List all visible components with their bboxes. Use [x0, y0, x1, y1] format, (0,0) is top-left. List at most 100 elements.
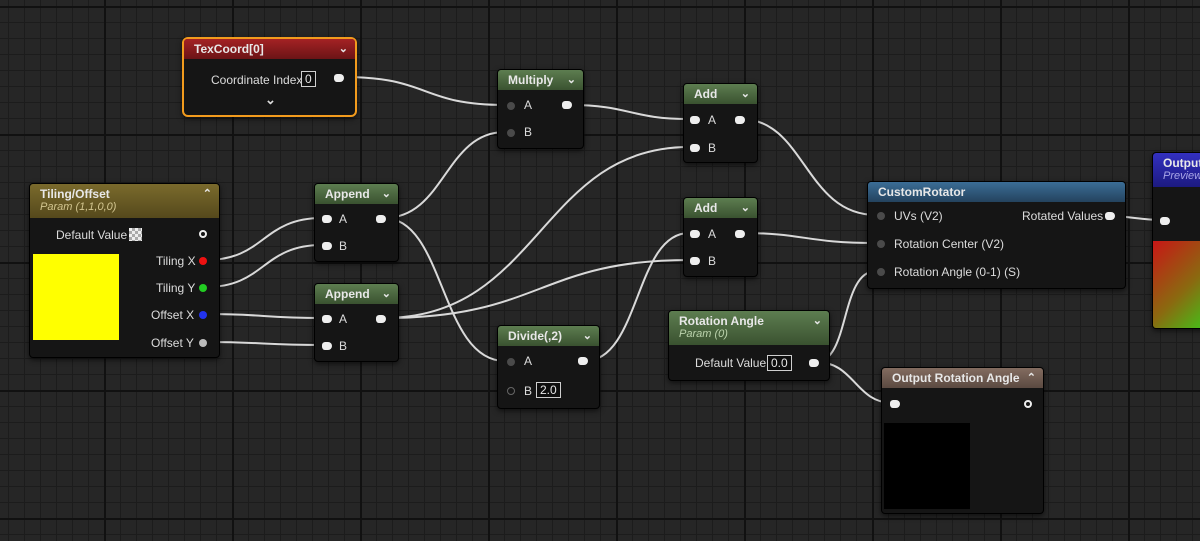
- node-subtitle: Preview: [1163, 170, 1200, 182]
- node-header[interactable]: TexCoord[0] ⌄: [184, 39, 355, 59]
- input-pin-a[interactable]: [690, 230, 700, 238]
- node-header[interactable]: Rotation Angle Param (0) ⌄: [669, 311, 829, 345]
- input-pin-a[interactable]: [507, 102, 515, 110]
- preview-swatch: [884, 423, 970, 509]
- wire-tilingx-append1a: [205, 217, 323, 261]
- divide-node[interactable]: Divide(,2) ⌄ A B 2.0: [497, 325, 600, 409]
- output-node[interactable]: Output Preview: [1152, 152, 1200, 329]
- input-pin-b[interactable]: [690, 257, 700, 265]
- wire-add1-custom: [740, 118, 877, 216]
- chevron-down-icon[interactable]: ⌄: [382, 284, 391, 304]
- output-pin[interactable]: [735, 230, 745, 238]
- output-pin[interactable]: [1105, 212, 1115, 220]
- node-title: TexCoord[0]: [194, 42, 264, 56]
- input-label-angle: Rotation Angle (0-1) (S): [894, 265, 1021, 279]
- wire-add2-custom: [740, 232, 877, 244]
- input-pin-b[interactable]: [690, 144, 700, 152]
- node-header[interactable]: Divide(,2) ⌄: [498, 326, 599, 346]
- node-header[interactable]: Output Preview: [1153, 153, 1200, 187]
- input-pin-a[interactable]: [507, 358, 515, 366]
- input-label-b: B: [339, 339, 348, 353]
- input-pin-uvs[interactable]: [877, 212, 885, 220]
- append-node-1[interactable]: Append ⌄ A B: [314, 183, 399, 262]
- input-label-b: B: [524, 125, 533, 139]
- append-node-2[interactable]: Append ⌄ A B: [314, 283, 399, 362]
- chevron-down-icon[interactable]: ⌄: [382, 184, 391, 204]
- output-pin[interactable]: [809, 359, 819, 367]
- graph-canvas[interactable]: TexCoord[0] ⌄ Coordinate Index 0 ⌄ Tilin…: [0, 0, 1200, 541]
- input-pin-a[interactable]: [322, 315, 332, 323]
- output-label-rotated: Rotated Values: [1022, 209, 1104, 223]
- multiply-node[interactable]: Multiply ⌄ A B: [497, 69, 584, 149]
- add-node-2[interactable]: Add ⌄ A B: [683, 197, 758, 277]
- texcoord-node[interactable]: TexCoord[0] ⌄ Coordinate Index 0 ⌄: [182, 37, 357, 117]
- node-title: Divide(,2): [508, 329, 563, 343]
- output-pin[interactable]: [735, 116, 745, 124]
- custom-rotator-node[interactable]: CustomRotator UVs (V2) Rotated Values Ro…: [867, 181, 1126, 289]
- checker-icon: [129, 228, 142, 241]
- color-swatch[interactable]: [33, 254, 119, 340]
- rotation-angle-node[interactable]: Rotation Angle Param (0) ⌄ Default Value…: [668, 310, 830, 381]
- chevron-down-icon[interactable]: ⌄: [741, 198, 750, 218]
- wire-append1-divide: [383, 217, 506, 362]
- output-rotation-angle-node[interactable]: Output Rotation Angle ⌃: [881, 367, 1044, 514]
- input-pin-a[interactable]: [322, 215, 332, 223]
- node-header[interactable]: Append ⌄: [315, 284, 398, 304]
- node-header[interactable]: Add ⌄: [684, 84, 757, 104]
- b-value-field[interactable]: 2.0: [536, 382, 561, 398]
- output-pin-offset-y[interactable]: [199, 339, 207, 347]
- add-node-1[interactable]: Add ⌄ A B: [683, 83, 758, 163]
- input-pin-angle[interactable]: [877, 268, 885, 276]
- chevron-down-icon[interactable]: ⌄: [583, 326, 592, 346]
- output-pin[interactable]: [376, 215, 386, 223]
- node-header[interactable]: Tiling/Offset Param (1,1,0,0) ⌃: [30, 184, 219, 218]
- default-value-field[interactable]: 0.0: [767, 355, 792, 371]
- chevron-up-icon[interactable]: ⌃: [1027, 368, 1036, 388]
- input-pin-b[interactable]: [507, 387, 515, 395]
- input-pin[interactable]: [1160, 217, 1170, 225]
- output-pin-tiling-y[interactable]: [199, 284, 207, 292]
- wire-tilingy-append1b: [205, 244, 323, 288]
- node-header[interactable]: Multiply ⌄: [498, 70, 583, 90]
- input-pin-b[interactable]: [507, 129, 515, 137]
- output-pin-tiling-x[interactable]: [199, 257, 207, 265]
- chevron-up-icon[interactable]: ⌃: [203, 184, 212, 204]
- node-header[interactable]: CustomRotator: [868, 182, 1125, 202]
- chevron-down-icon[interactable]: ⌄: [265, 93, 276, 107]
- input-label-a: A: [708, 227, 717, 241]
- input-pin[interactable]: [890, 400, 900, 408]
- output-pin[interactable]: [562, 101, 572, 109]
- node-header[interactable]: Add ⌄: [684, 198, 757, 218]
- default-value-label: Default Value: [56, 228, 128, 242]
- chevron-down-icon[interactable]: ⌄: [567, 70, 576, 90]
- input-label-a: A: [708, 113, 717, 127]
- node-title: Add: [694, 201, 718, 215]
- output-pin-offset-x[interactable]: [199, 311, 207, 319]
- node-header[interactable]: Output Rotation Angle ⌃: [882, 368, 1043, 388]
- output-label-offset-x: Offset X: [151, 308, 195, 322]
- input-pin-center[interactable]: [877, 240, 885, 248]
- preview-swatch: [1153, 241, 1200, 328]
- output-pin[interactable]: [578, 357, 588, 365]
- input-label-a: A: [339, 312, 348, 326]
- wire-texcoord-multiply: [343, 76, 506, 106]
- input-label-b: B: [708, 141, 717, 155]
- node-title: Output Rotation Angle: [892, 371, 1020, 385]
- tiling-offset-node[interactable]: Tiling/Offset Param (1,1,0,0) ⌃ Default …: [29, 183, 220, 358]
- default-value-pin[interactable]: [199, 230, 207, 238]
- output-pin[interactable]: [1024, 400, 1032, 408]
- chevron-down-icon[interactable]: ⌄: [741, 84, 750, 104]
- node-title: Append: [325, 187, 370, 201]
- chevron-down-icon[interactable]: ⌄: [339, 39, 348, 59]
- chevron-down-icon[interactable]: ⌄: [813, 311, 822, 331]
- node-title: CustomRotator: [878, 185, 966, 199]
- coord-index-field[interactable]: 0: [301, 71, 316, 87]
- input-pin-a[interactable]: [690, 116, 700, 124]
- input-pin-b[interactable]: [322, 342, 332, 350]
- input-pin-b[interactable]: [322, 242, 332, 250]
- input-label-a: A: [524, 354, 533, 368]
- output-label-tiling-y: Tiling Y: [156, 281, 196, 295]
- output-pin[interactable]: [334, 74, 344, 82]
- node-header[interactable]: Append ⌄: [315, 184, 398, 204]
- output-pin[interactable]: [376, 315, 386, 323]
